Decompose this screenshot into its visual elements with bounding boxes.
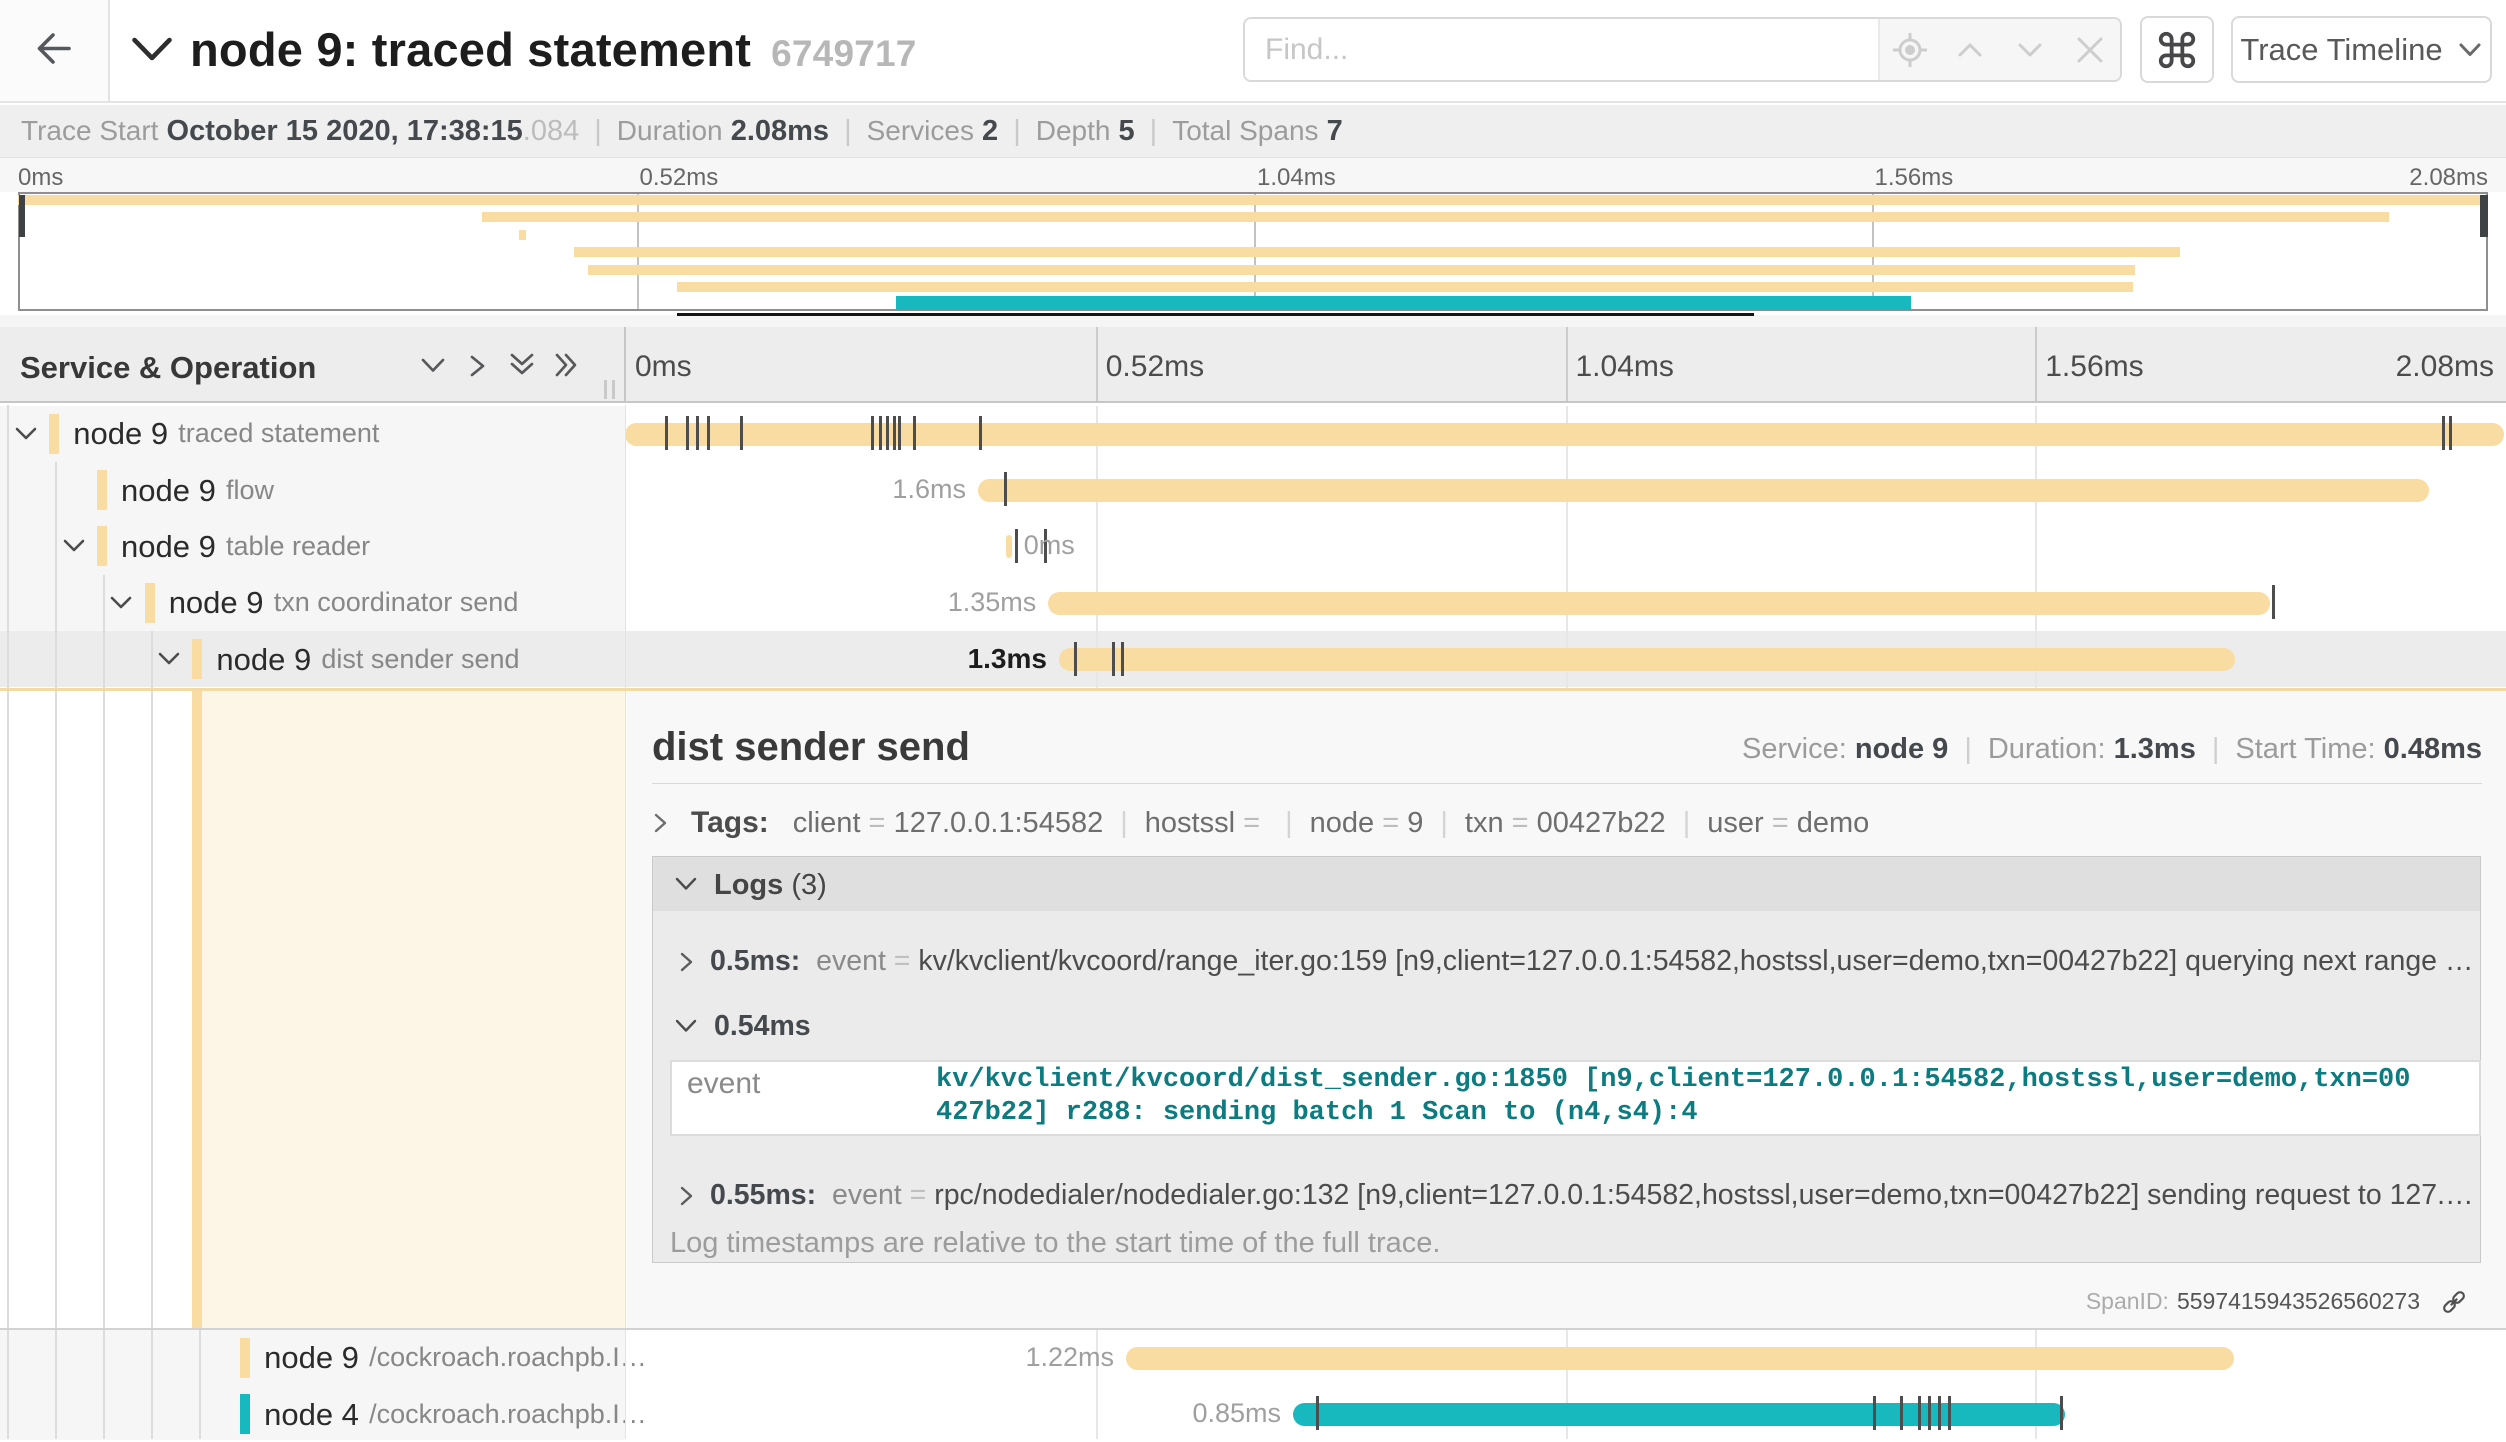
log-expand-chevron-icon[interactable]	[678, 1184, 695, 1208]
span-detail-content: dist sender send Service: node 9 | Durat…	[0, 0, 2506, 1439]
tag-separator: |	[1666, 807, 1708, 840]
timeline-header-gridline	[1566, 327, 1568, 401]
column-resize-grip[interactable]	[612, 380, 615, 399]
deep-link-icon[interactable]	[2440, 1289, 2468, 1315]
collapse-title-chevron-icon[interactable]	[131, 36, 173, 64]
find-icons	[1878, 19, 2120, 80]
command-icon	[2158, 31, 2196, 69]
next-result-icon[interactable]	[2007, 27, 2053, 73]
timeline-header-tick-label: 2.08ms	[2396, 350, 2494, 384]
page-title: node 9: traced statement 6749717	[190, 22, 917, 77]
view-type-select[interactable]: Trace Timeline	[2231, 16, 2492, 83]
tags-items: client = 127.0.0.1:54582|hostssl = |node…	[793, 807, 1869, 840]
log-event-key: event	[687, 1067, 760, 1101]
column-divider[interactable]	[624, 327, 626, 401]
back-button[interactable]	[0, 0, 110, 101]
detail-operation-name: dist sender send	[652, 725, 970, 770]
logs-header[interactable]	[653, 857, 2480, 911]
log-entry[interactable]: 0.5ms: event = kv/kvclient/kvcoord/range…	[678, 945, 2484, 978]
timeline-header-tick-label: 1.04ms	[1576, 350, 1674, 384]
tag-item: hostssl =	[1145, 807, 1268, 840]
timeline-header-tick-label: 0ms	[635, 350, 692, 384]
find-input[interactable]	[1245, 19, 1878, 80]
detail-start-time-label: Start Time:	[2235, 733, 2375, 766]
find-group	[1243, 17, 2122, 82]
tag-separator: |	[1268, 807, 1310, 840]
timeline-header-gridline	[2035, 327, 2037, 401]
span-id-label: SpanID:	[2086, 1288, 2169, 1315]
column-resize-grip[interactable]	[604, 380, 607, 399]
timeline-table-header: Service & Operation 0ms 0.52ms 1.04ms 1.56m…	[0, 327, 2506, 403]
tags-row[interactable]: Tags: client = 127.0.0.1:54582|hostssl =…	[652, 806, 2482, 840]
detail-overview: Service: node 9 | Duration: 1.3ms | Star…	[1742, 733, 2482, 766]
tag-separator: |	[1103, 807, 1145, 840]
logs-title: Logs (3)	[714, 869, 827, 902]
service-operation-header: Service & Operation	[20, 350, 316, 386]
detail-start-time-value: 0.48ms	[2384, 733, 2482, 766]
prev-result-icon[interactable]	[1947, 27, 1993, 73]
tag-item: user = demo	[1707, 807, 1869, 840]
log-event-value: kv/kvclient/kvcoord/dist_sender.go:1850 …	[936, 1064, 2481, 1130]
collapse-one-icon[interactable]	[420, 355, 446, 377]
view-select-label: Trace Timeline	[2240, 32, 2442, 68]
detail-service-value: node 9	[1855, 733, 1948, 766]
expand-one-icon[interactable]	[467, 354, 489, 378]
logs-note: Log timestamps are relative to the start…	[670, 1227, 1440, 1260]
log-collapse-chevron-icon[interactable]	[674, 1018, 698, 1036]
separator: |	[1948, 733, 1988, 766]
detail-duration-label: Duration:	[1988, 733, 2106, 766]
log-entry[interactable]: 0.54ms	[674, 1010, 2480, 1043]
span-id-row: SpanID: 5597415943526560273	[2086, 1288, 2482, 1315]
trace-title-text: node 9: traced statement	[190, 23, 751, 76]
separator: |	[2196, 733, 2236, 766]
log-expand-chevron-icon[interactable]	[678, 950, 695, 974]
span-id-value: 5597415943526560273	[2177, 1288, 2420, 1315]
tag-separator: |	[1423, 807, 1465, 840]
timeline-header-tick-label: 0.52ms	[1106, 350, 1204, 384]
log-entry[interactable]: 0.55ms: event = rpc/nodedialer/nodediale…	[678, 1179, 2484, 1212]
select-chevron-down-icon	[2457, 41, 2483, 59]
keyboard-shortcuts-button[interactable]	[2140, 16, 2214, 83]
tags-label: Tags:	[691, 806, 769, 840]
tags-expand-chevron-icon	[652, 811, 669, 835]
expand-all-icon[interactable]	[553, 351, 581, 379]
collapse-all-icon[interactable]	[509, 351, 535, 379]
clear-find-icon[interactable]	[2067, 27, 2113, 73]
detail-duration-value: 1.3ms	[2114, 733, 2196, 766]
tag-item: node = 9	[1310, 807, 1424, 840]
timeline-header-gridline	[1096, 327, 1098, 401]
logs-collapse-chevron-icon[interactable]	[674, 876, 698, 894]
tag-item: txn = 00427b22	[1465, 807, 1666, 840]
tag-item: client = 127.0.0.1:54582	[793, 807, 1103, 840]
locate-icon[interactable]	[1887, 27, 1933, 73]
trace-id: 6749717	[771, 33, 916, 74]
back-arrow-icon	[0, 0, 110, 101]
timeline-header-tick-label: 1.56ms	[2045, 350, 2143, 384]
detail-service-label: Service:	[1742, 733, 1847, 766]
detail-divider	[652, 783, 2482, 784]
